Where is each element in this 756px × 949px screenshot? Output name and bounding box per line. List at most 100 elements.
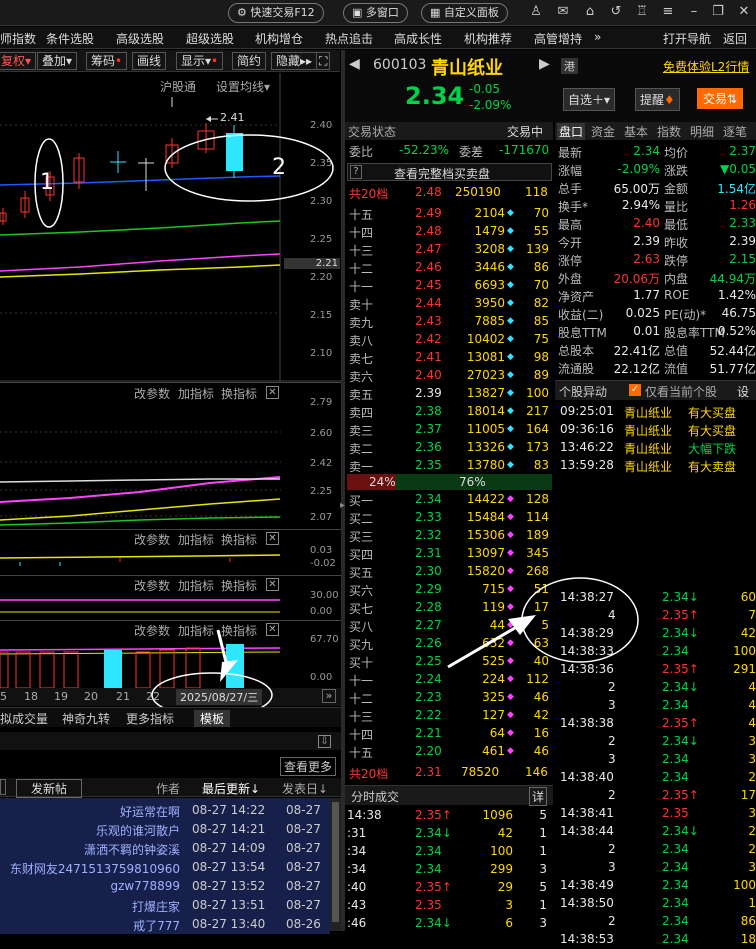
- tab-trading[interactable]: 交易中: [507, 123, 543, 140]
- buy-marker-icon: ◆: [507, 674, 514, 684]
- forum-posted: 08-27: [286, 841, 321, 855]
- back-button[interactable]: 返回: [723, 30, 747, 47]
- custom-panel-button[interactable]: ▦ 自定义面板: [421, 3, 508, 23]
- watchlist-button[interactable]: 自选＋▾: [563, 88, 616, 111]
- panel2-switch-indicator[interactable]: 换指标: [221, 531, 257, 548]
- home-icon[interactable]: ⌂: [582, 4, 598, 20]
- hide-button[interactable]: 隐藏▸▸: [271, 52, 318, 70]
- quick-trade-button[interactable]: ⚙ 快速交易F12: [228, 3, 324, 23]
- skin-icon[interactable]: ♖: [634, 4, 650, 20]
- collapse-icon[interactable]: ⇩: [318, 735, 331, 748]
- tab-trade-status[interactable]: 交易状态: [348, 123, 396, 140]
- alert-row: 13:59:28 青山纸业 有大卖盘: [556, 457, 756, 475]
- forum-row[interactable]: 好运常在啊 08-27 14:22 08-27: [0, 800, 330, 820]
- forum-scrollbar[interactable]: [330, 798, 341, 931]
- nav-item[interactable]: 超级选股: [186, 30, 234, 47]
- panel3-switch-indicator[interactable]: 换指标: [221, 577, 257, 594]
- forum-row[interactable]: 潇洒不羁的钟姿溪 08-27 14:09 08-27: [0, 838, 330, 858]
- col-posted[interactable]: 发表日↓: [282, 780, 328, 797]
- price-axis-label: 2.15: [310, 310, 333, 321]
- user-icon[interactable]: ♙: [528, 4, 544, 20]
- forum-row[interactable]: 东财网友2471513759810960 08-27 13:54 08-27: [0, 857, 330, 877]
- nav-item[interactable]: 高成长性: [394, 30, 442, 47]
- nav-more[interactable]: »: [594, 30, 601, 44]
- new-post-button[interactable]: 发新帖: [16, 779, 83, 798]
- tick-detail-time: 3: [608, 860, 616, 874]
- mail-icon[interactable]: ✉: [555, 4, 571, 20]
- forum-row[interactable]: 打爆庄家 08-27 13:51 08-27: [0, 895, 330, 915]
- tab-magic-nine[interactable]: 神奇九转: [62, 710, 110, 727]
- panel1-close-icon[interactable]: ✕: [266, 386, 279, 399]
- ticks-detail-button[interactable]: 详: [529, 787, 548, 806]
- splitter-handle-icon[interactable]: ▸: [340, 500, 345, 511]
- back-icon[interactable]: ↺: [608, 4, 624, 20]
- multi-window-button[interactable]: ▣ 多窗口: [343, 3, 408, 23]
- simple-button[interactable]: 简约: [232, 52, 267, 70]
- info-label: 最新: [558, 146, 583, 160]
- tab-volume[interactable]: 拟成交量: [0, 710, 48, 727]
- alerts-settings[interactable]: 设: [737, 383, 749, 400]
- orderbook-tabs: 交易状态 交易中: [345, 122, 553, 140]
- buy-level-label: 十一: [349, 674, 374, 688]
- prev-stock-icon[interactable]: ◀: [349, 56, 360, 72]
- trade-button[interactable]: 交易⇅: [697, 88, 744, 109]
- panel2-add-indicator[interactable]: 加指标: [178, 531, 214, 548]
- nav-item[interactable]: 机构推荐: [464, 30, 512, 47]
- l2-link[interactable]: 免费体验L2行情: [663, 58, 749, 75]
- forum-row[interactable]: 乐观的谁河散户 08-27 14:21 08-27: [0, 819, 330, 839]
- panel3-add-indicator[interactable]: 加指标: [178, 577, 214, 594]
- tick-count: 1: [539, 844, 547, 858]
- col-author[interactable]: 作者: [156, 780, 180, 797]
- nav-item[interactable]: 高级选股: [116, 30, 164, 47]
- menu-icon[interactable]: ≡: [660, 4, 676, 20]
- fullscreen-icon[interactable]: ⛶: [316, 52, 331, 70]
- full-orderbook-button[interactable]: ? 查看完整档买卖盘: [347, 163, 552, 181]
- tab-template[interactable]: 模板: [194, 710, 231, 727]
- sell-row: 十三 2.47 3208 ◆ 139: [347, 241, 552, 259]
- panel3-edit-params[interactable]: 改参数: [134, 577, 170, 594]
- alert-button[interactable]: 提醒♦: [635, 88, 680, 111]
- overlay-button[interactable]: 叠加▾: [37, 52, 78, 70]
- tab-quote[interactable]: 盘口: [557, 123, 586, 140]
- ratio-sell: 24%: [369, 475, 396, 489]
- view-more-button[interactable]: 查看更多: [280, 757, 337, 776]
- tab-tick-by-tick[interactable]: 逐笔: [723, 123, 747, 140]
- nav-item[interactable]: 热点追击: [325, 30, 373, 47]
- col-updated[interactable]: 最后更新↓: [202, 780, 260, 797]
- scroll-right-icon[interactable]: »: [322, 689, 336, 703]
- panel2-edit-params[interactable]: 改参数: [134, 531, 170, 548]
- tick-detail-price: 2.34: [662, 752, 689, 766]
- open-nav-button[interactable]: 打开导航: [663, 30, 711, 47]
- display-button[interactable]: 显示▾•: [176, 52, 224, 70]
- ticks-header: 分时成交 详: [345, 785, 553, 806]
- annotation-2: 2: [272, 155, 286, 180]
- next-stock-icon[interactable]: ▶: [539, 56, 550, 72]
- minimize-icon[interactable]: –: [686, 4, 702, 20]
- draw-line-button[interactable]: 画线: [132, 52, 167, 70]
- nav-item[interactable]: 师指数: [0, 30, 36, 47]
- nav-item[interactable]: 高管增持: [534, 30, 582, 47]
- adjust-button[interactable]: 复权▾: [0, 52, 37, 70]
- tick-detail-price: 2.34↓: [662, 590, 699, 604]
- forum-row[interactable]: 戒了777 08-27 13:40 08-26: [0, 914, 330, 934]
- nav-item[interactable]: 机构增仓: [255, 30, 303, 47]
- tab-basic[interactable]: 基本: [624, 123, 648, 140]
- checkbox-icon[interactable]: ✓: [629, 384, 641, 396]
- info-label: 总值: [664, 344, 689, 358]
- tab-detail[interactable]: 明细: [690, 123, 714, 140]
- panel3-close-icon[interactable]: ✕: [266, 578, 279, 591]
- buy-row: 买三 2.32 15306 ◆ 189: [347, 527, 552, 545]
- nav-item[interactable]: 条件选股: [46, 30, 94, 47]
- tab-more-indicators[interactable]: 更多指标: [126, 710, 174, 727]
- tab-funds[interactable]: 资金: [591, 123, 615, 140]
- forum-row[interactable]: gzw778899 08-27 13:52 08-27: [0, 876, 330, 896]
- tick-detail-volume: 3: [748, 860, 756, 874]
- chips-button[interactable]: 筹码•: [86, 52, 128, 70]
- ratio-buy: 76%: [459, 475, 486, 489]
- tab-index[interactable]: 指数: [657, 123, 681, 140]
- forum-author: 潇洒不羁的钟姿溪: [83, 843, 180, 857]
- panel2-close-icon[interactable]: ✕: [266, 532, 279, 545]
- close-icon[interactable]: ✕: [736, 4, 752, 20]
- ma-setting-button[interactable]: 设置均线▾: [216, 78, 270, 95]
- restore-icon[interactable]: ❐: [710, 4, 726, 20]
